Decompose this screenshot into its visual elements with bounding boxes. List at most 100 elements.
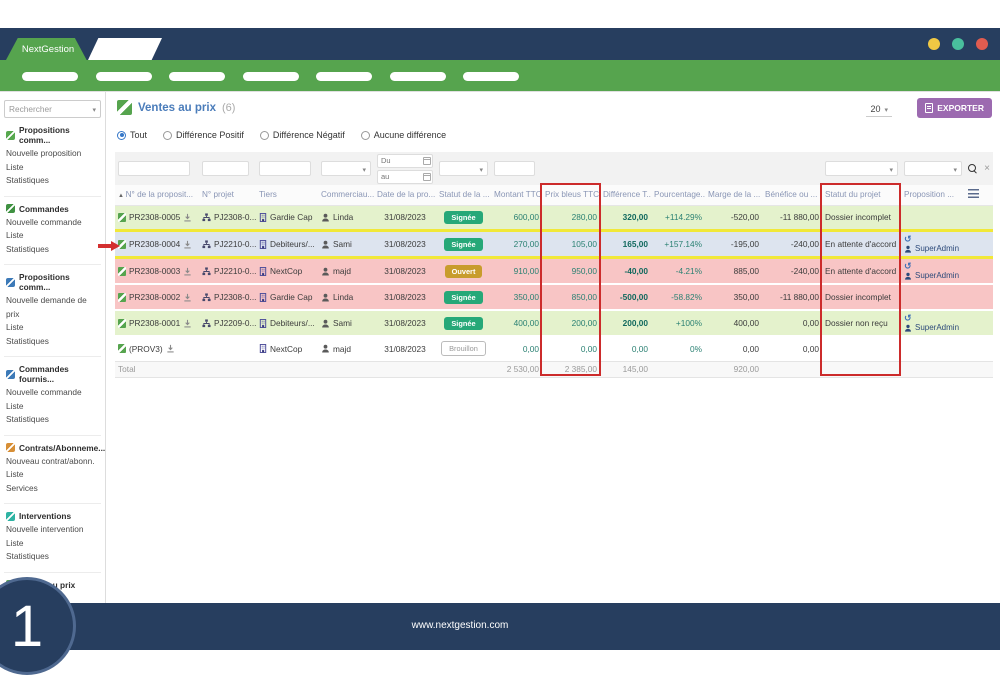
proposition-user[interactable]: SuperAdmin: [915, 244, 959, 254]
filter-statut-select[interactable]: [439, 161, 488, 176]
download-icon[interactable]: [183, 319, 192, 328]
nav-pill-1[interactable]: [22, 72, 78, 81]
nav-pill-5[interactable]: [316, 72, 372, 81]
sidebar-item-liste[interactable]: Liste: [6, 229, 99, 243]
person-icon: [321, 319, 330, 328]
proposal-file-icon: [118, 344, 126, 353]
col-benefice[interactable]: Bénéfice ou ...: [762, 185, 822, 205]
filter-proposition-select[interactable]: [904, 161, 962, 176]
nav-pill-4[interactable]: [243, 72, 299, 81]
window-controls: [928, 38, 988, 50]
person-icon: [321, 213, 330, 222]
sidebar-search-select[interactable]: Rechercher: [4, 100, 101, 118]
search-icon[interactable]: [968, 164, 978, 174]
sidebar-item-statistiques[interactable]: Statistiques: [6, 550, 99, 564]
download-icon[interactable]: [183, 267, 192, 276]
sidebar-item-nouvelle-commande[interactable]: Nouvelle commande: [6, 386, 99, 400]
filter-aucune-difference[interactable]: Aucune différence: [361, 130, 446, 140]
montant-ttc: 910,00: [491, 259, 542, 283]
sitemap-icon: [202, 240, 211, 249]
filter-tiers-input[interactable]: [259, 161, 311, 176]
grid-green-icon: [6, 204, 15, 213]
download-icon[interactable]: [183, 293, 192, 302]
download-icon[interactable]: [183, 213, 192, 222]
export-button[interactable]: EXPORTER: [917, 98, 992, 118]
sidebar-item-nouvelle-intervention[interactable]: Nouvelle intervention: [6, 523, 99, 537]
filter-projet-input[interactable]: [202, 161, 249, 176]
col-difference[interactable]: Différence T...: [600, 185, 651, 205]
filter-difference-negatif[interactable]: Différence Négatif: [260, 130, 345, 140]
sidebar-item-liste[interactable]: Liste: [6, 400, 99, 414]
col-statut[interactable]: Statut de la ...: [436, 185, 491, 205]
sidebar-item-liste[interactable]: Liste: [6, 321, 99, 335]
nav-pill-2[interactable]: [96, 72, 152, 81]
nav-pill-6[interactable]: [390, 72, 446, 81]
secondary-tab[interactable]: [88, 38, 162, 60]
sidebar-item-liste[interactable]: Liste: [6, 161, 99, 175]
chevron-down-icon: [884, 104, 888, 114]
filter-tout[interactable]: Tout: [117, 130, 147, 140]
download-icon[interactable]: [183, 240, 192, 249]
col-commercial[interactable]: Commerciau...: [318, 185, 374, 205]
radio-icon: [260, 131, 269, 140]
proposal-number: PR2308-0002: [129, 292, 180, 302]
brand-label: NextGestion: [22, 44, 74, 55]
window-dot-teal-icon[interactable]: [952, 38, 964, 50]
person-icon: [904, 272, 912, 280]
col-proposition[interactable]: Proposition ...: [901, 185, 965, 205]
column-settings-icon[interactable]: [968, 189, 979, 198]
sidebar-item-nouvelle-commande[interactable]: Nouvelle commande: [6, 216, 99, 230]
sidebar-item-nouvelle-proposition[interactable]: Nouvelle proposition: [6, 147, 99, 161]
calendar-icon[interactable]: [423, 157, 431, 165]
tiers-name: Gardie Cap: [270, 292, 312, 302]
filter-montant-input[interactable]: [494, 161, 535, 176]
history-icon[interactable]: [904, 234, 962, 244]
sidebar-item-statistiques[interactable]: Statistiques: [6, 413, 99, 427]
history-icon[interactable]: [904, 261, 962, 271]
page-size-select[interactable]: 20: [866, 102, 892, 117]
filter-statut-projet-select[interactable]: [825, 161, 898, 176]
brand-tab[interactable]: NextGestion: [6, 38, 90, 60]
building-icon: [259, 293, 267, 302]
sidebar-item-nouvelle-demande-de-prix[interactable]: Nouvelle demande de prix: [6, 294, 99, 321]
radio-selected-icon: [117, 131, 126, 140]
nav-pill-3[interactable]: [169, 72, 225, 81]
sidebar-item-statistiques[interactable]: Statistiques: [6, 243, 99, 257]
window-dot-yellow-icon[interactable]: [928, 38, 940, 50]
total-label: Total: [115, 361, 491, 377]
filter-commercial-select[interactable]: [321, 161, 371, 176]
filter-difference-positif[interactable]: Différence Positif: [163, 130, 244, 140]
col-montant[interactable]: Montant TTC: [491, 185, 542, 205]
col-tiers[interactable]: Tiers: [256, 185, 318, 205]
status-badge: Signée: [444, 317, 482, 330]
col-numero[interactable]: N° de la proposit...: [115, 185, 199, 205]
sidebar-item-statistiques[interactable]: Statistiques: [6, 174, 99, 188]
tool-teal-icon: [6, 512, 15, 521]
proposition-user[interactable]: SuperAdmin: [915, 271, 959, 281]
marge: 350,00: [705, 285, 762, 309]
sidebar-item-liste[interactable]: Liste: [6, 468, 99, 482]
difference: 165,00: [600, 232, 651, 256]
history-icon[interactable]: [904, 313, 962, 323]
proposition-cell: [901, 205, 965, 229]
col-pourcentage[interactable]: Pourcentage...: [651, 185, 705, 205]
proposition-user[interactable]: SuperAdmin: [915, 323, 959, 333]
download-icon[interactable]: [166, 344, 175, 353]
pourcentage: +157.14%: [651, 232, 705, 256]
window-dot-red-icon[interactable]: [976, 38, 988, 50]
col-marge[interactable]: Marge de la ...: [705, 185, 762, 205]
document-blue-icon: [6, 370, 15, 379]
project-number: PJ2308-0...: [214, 212, 256, 222]
col-date[interactable]: Date de la pro...: [374, 185, 436, 205]
filter-numero-input[interactable]: [118, 161, 190, 176]
sidebar-item-statistiques[interactable]: Statistiques: [6, 335, 99, 349]
project-number: PJ2209-0...: [214, 318, 256, 328]
calendar-icon[interactable]: [423, 173, 431, 181]
sidebar-item-liste[interactable]: Liste: [6, 537, 99, 551]
sidebar-item-services[interactable]: Services: [6, 482, 99, 496]
col-projet[interactable]: N° projet: [199, 185, 256, 205]
commercial-name: Linda: [333, 292, 353, 302]
sidebar-item-nouveau-contrat[interactable]: Nouveau contrat/abonn.: [6, 455, 99, 469]
clear-filters-icon[interactable]: [984, 163, 990, 174]
nav-pill-7[interactable]: [463, 72, 519, 81]
